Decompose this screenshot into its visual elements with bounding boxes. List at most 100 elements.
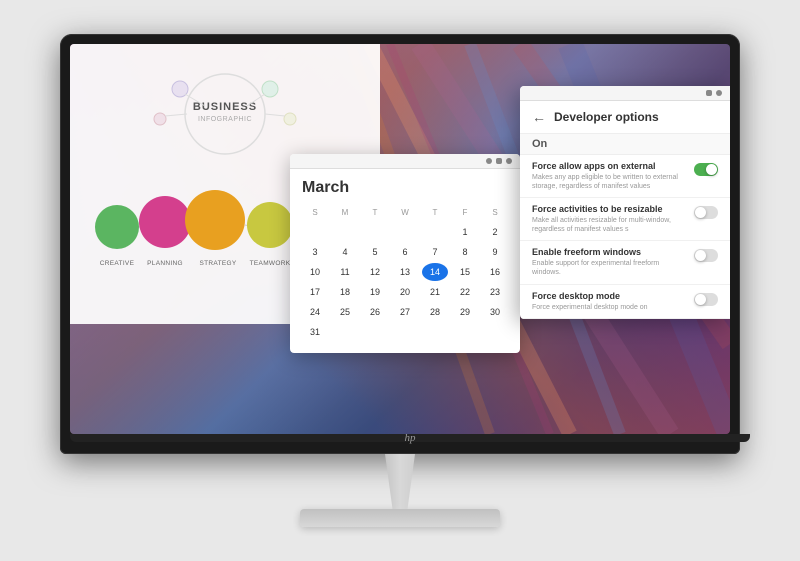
cal-day[interactable]: 11 bbox=[332, 263, 358, 281]
dev-option-1-title: Force allow apps on external bbox=[532, 161, 688, 171]
cal-day[interactable]: 19 bbox=[362, 283, 388, 301]
cal-day[interactable] bbox=[302, 223, 328, 241]
calendar-window: March S M T W T F S bbox=[290, 154, 520, 353]
dev-option-3-text: Enable freeform windows Enable support f… bbox=[532, 247, 688, 277]
developer-options-panel: ← Developer options On Force allow apps … bbox=[520, 86, 730, 319]
dev-option-3-desc: Enable support for experimental freeform… bbox=[532, 259, 688, 277]
dev-option-1: Force allow apps on external Makes any a… bbox=[520, 155, 730, 198]
cal-day[interactable]: 22 bbox=[452, 283, 478, 301]
dev-option-3: Enable freeform windows Enable support f… bbox=[520, 241, 730, 284]
svg-text:PLANNING: PLANNING bbox=[147, 260, 183, 267]
cal-day[interactable]: 9 bbox=[482, 243, 508, 261]
cal-day[interactable]: 16 bbox=[482, 263, 508, 281]
dev-minimize-btn[interactable] bbox=[706, 90, 712, 96]
cal-day[interactable]: 10 bbox=[302, 263, 328, 281]
dev-option-2-title: Force activities to be resizable bbox=[532, 204, 688, 214]
cal-day[interactable] bbox=[332, 323, 358, 341]
cal-day[interactable]: 21 bbox=[422, 283, 448, 301]
calendar-week-1: 1 2 bbox=[302, 223, 508, 241]
monitor: BUSINESS INFOGRAPHIC bbox=[60, 34, 740, 527]
cal-header-s2: S bbox=[482, 203, 508, 221]
svg-text:CREATIVE: CREATIVE bbox=[100, 260, 135, 267]
cal-day[interactable] bbox=[392, 323, 418, 341]
calendar-week-3: 10 11 12 13 14 15 16 bbox=[302, 263, 508, 281]
monitor-stand-base bbox=[300, 509, 500, 527]
cal-day[interactable] bbox=[452, 323, 478, 341]
cal-day[interactable]: 31 bbox=[302, 323, 328, 341]
dev-toggle-4[interactable] bbox=[694, 293, 718, 306]
cal-day[interactable]: 18 bbox=[332, 283, 358, 301]
cal-header-s1: S bbox=[302, 203, 328, 221]
cal-day[interactable]: 3 bbox=[302, 243, 328, 261]
calendar-week-6: 31 bbox=[302, 323, 508, 341]
screen-content: BUSINESS INFOGRAPHIC bbox=[70, 44, 730, 434]
cal-day[interactable]: 15 bbox=[452, 263, 478, 281]
dev-close-btn[interactable] bbox=[716, 90, 722, 96]
maximize-button[interactable] bbox=[496, 158, 502, 164]
cal-day[interactable]: 13 bbox=[392, 263, 418, 281]
monitor-screen: BUSINESS INFOGRAPHIC bbox=[70, 44, 730, 434]
cal-day[interactable] bbox=[362, 323, 388, 341]
cal-header-f: F bbox=[452, 203, 478, 221]
cal-day[interactable]: 8 bbox=[452, 243, 478, 261]
calendar-week-2: 3 4 5 6 7 8 9 bbox=[302, 243, 508, 261]
close-button[interactable] bbox=[506, 158, 512, 164]
calendar-titlebar bbox=[290, 154, 520, 169]
cal-day[interactable]: 2 bbox=[482, 223, 508, 241]
cal-day[interactable] bbox=[392, 223, 418, 241]
cal-day[interactable]: 7 bbox=[422, 243, 448, 261]
cal-day[interactable]: 23 bbox=[482, 283, 508, 301]
calendar-week-4: 17 18 19 20 21 22 23 bbox=[302, 283, 508, 301]
dev-toggle-2[interactable] bbox=[694, 206, 718, 219]
cal-day[interactable]: 25 bbox=[332, 303, 358, 321]
dev-toggle-3[interactable] bbox=[694, 249, 718, 262]
dev-on-label: On bbox=[520, 134, 730, 155]
cal-day-today[interactable]: 14 bbox=[422, 263, 448, 281]
minimize-button[interactable] bbox=[486, 158, 492, 164]
dev-toggle-1[interactable] bbox=[694, 163, 718, 176]
cal-day[interactable]: 1 bbox=[452, 223, 478, 241]
dev-option-1-text: Force allow apps on external Makes any a… bbox=[532, 161, 688, 191]
back-icon[interactable]: ← bbox=[532, 109, 546, 125]
dev-option-2: Force activities to be resizable Make al… bbox=[520, 198, 730, 241]
cal-day[interactable] bbox=[422, 223, 448, 241]
dev-option-4-title: Force desktop mode bbox=[532, 291, 688, 301]
cal-day[interactable]: 4 bbox=[332, 243, 358, 261]
cal-day[interactable]: 24 bbox=[302, 303, 328, 321]
cal-header-t2: T bbox=[422, 203, 448, 221]
monitor-bezel: BUSINESS INFOGRAPHIC bbox=[60, 34, 740, 454]
cal-day[interactable]: 12 bbox=[362, 263, 388, 281]
dev-option-3-title: Enable freeform windows bbox=[532, 247, 688, 257]
cal-day[interactable] bbox=[332, 223, 358, 241]
cal-day[interactable]: 26 bbox=[362, 303, 388, 321]
cal-day[interactable] bbox=[362, 223, 388, 241]
dev-panel-title: Developer options bbox=[554, 110, 659, 124]
cal-day[interactable]: 17 bbox=[302, 283, 328, 301]
cal-day[interactable]: 5 bbox=[362, 243, 388, 261]
dev-option-4-desc: Force experimental desktop mode on bbox=[532, 303, 688, 312]
cal-day[interactable]: 20 bbox=[392, 283, 418, 301]
dev-option-1-desc: Makes any app eligible to be written to … bbox=[532, 173, 688, 191]
cal-day[interactable]: 28 bbox=[422, 303, 448, 321]
cal-day[interactable]: 30 bbox=[482, 303, 508, 321]
cal-day[interactable]: 29 bbox=[452, 303, 478, 321]
svg-text:INFOGRAPHIC: INFOGRAPHIC bbox=[198, 116, 252, 123]
dev-option-4-text: Force desktop mode Force experimental de… bbox=[532, 291, 688, 312]
dev-option-2-text: Force activities to be resizable Make al… bbox=[532, 204, 688, 234]
svg-text:BUSINESS: BUSINESS bbox=[193, 101, 257, 113]
cal-day[interactable]: 27 bbox=[392, 303, 418, 321]
cal-header-w: W bbox=[392, 203, 418, 221]
cal-day[interactable] bbox=[482, 323, 508, 341]
svg-text:TEAMWORK: TEAMWORK bbox=[250, 260, 291, 267]
monitor-stand-neck bbox=[375, 454, 425, 509]
cal-day[interactable]: 6 bbox=[392, 243, 418, 261]
dev-header: ← Developer options bbox=[520, 101, 730, 134]
cal-header-t1: T bbox=[362, 203, 388, 221]
monitor-bottom-bar: hp bbox=[70, 434, 750, 442]
calendar-days-header: S M T W T F S bbox=[302, 203, 508, 221]
calendar-month-header: March bbox=[290, 169, 520, 203]
dev-option-4: Force desktop mode Force experimental de… bbox=[520, 285, 730, 319]
calendar-grid: S M T W T F S bbox=[290, 203, 520, 353]
cal-day[interactable] bbox=[422, 323, 448, 341]
calendar-week-5: 24 25 26 27 28 29 30 bbox=[302, 303, 508, 321]
